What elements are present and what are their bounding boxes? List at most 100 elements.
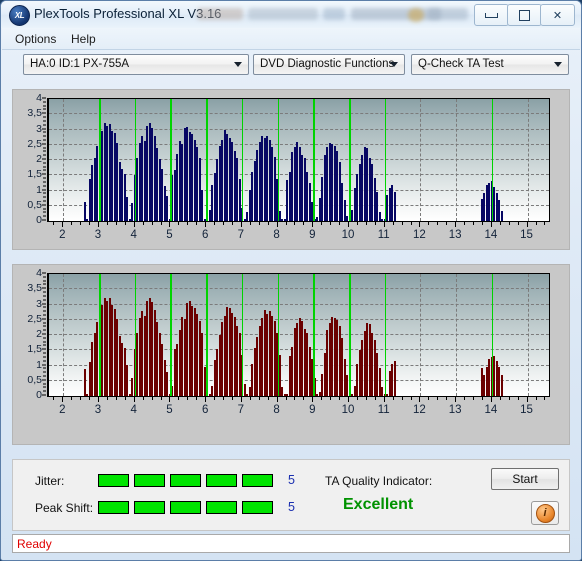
marker-line xyxy=(491,99,494,221)
close-button[interactable]: ✕ xyxy=(540,4,575,26)
y-tick-minor xyxy=(43,276,46,278)
x-tick-minor xyxy=(80,222,82,225)
y-tick-minor xyxy=(43,322,46,324)
chevron-down-icon[interactable] xyxy=(230,57,246,72)
y-tick-minor xyxy=(43,196,46,198)
x-tick-label: 4 xyxy=(130,229,137,241)
x-tick-minor xyxy=(303,222,305,225)
x-tick-minor xyxy=(446,222,448,225)
marker-line xyxy=(99,99,101,221)
x-tick-minor xyxy=(481,397,483,400)
marker-line xyxy=(99,274,101,396)
x-tick-label: 12 xyxy=(413,404,426,416)
ta-quality-indicator-value: Excellent xyxy=(343,496,414,513)
y-tick-minor xyxy=(43,124,46,126)
plot-area-bottom[interactable] xyxy=(48,273,550,397)
ghost-artifact xyxy=(428,8,468,20)
x-tick xyxy=(98,222,99,227)
x-tick-label: 2 xyxy=(59,404,66,416)
y-tick-minor xyxy=(43,97,46,99)
x-tick-minor xyxy=(231,222,233,225)
x-tick-label: 12 xyxy=(413,229,426,241)
test-selector-value: Q-Check TA Test xyxy=(418,58,504,70)
x-tick-minor xyxy=(365,222,367,225)
x-tick-minor xyxy=(517,397,519,400)
x-tick-minor xyxy=(80,397,82,400)
x-tick-minor xyxy=(294,222,296,225)
meter-segment xyxy=(98,474,129,487)
y-tick-label: 0,5 xyxy=(27,373,42,386)
x-tick-minor xyxy=(330,222,332,225)
x-tick-minor xyxy=(339,222,341,225)
x-tick-minor xyxy=(321,397,323,400)
meter-segment xyxy=(206,501,237,514)
marker-line xyxy=(313,274,315,396)
chart-bar xyxy=(126,196,129,221)
x-tick-label: 5 xyxy=(166,404,173,416)
y-tick-minor xyxy=(43,162,46,164)
menu-item-options[interactable]: Options xyxy=(10,31,61,47)
x-tick-minor xyxy=(71,222,73,225)
y-tick-minor xyxy=(43,208,46,210)
meter-segment xyxy=(242,501,273,514)
x-tick-minor xyxy=(294,397,296,400)
plot-area-top[interactable] xyxy=(48,98,550,222)
app-icon: XL xyxy=(9,5,30,26)
x-tick xyxy=(169,397,171,402)
x-tick-minor xyxy=(258,397,260,400)
x-tick xyxy=(276,397,278,402)
x-tick-minor xyxy=(223,222,224,225)
marker-line xyxy=(170,274,172,396)
x-tick xyxy=(240,222,242,227)
y-tick-minor xyxy=(43,329,46,331)
status-bar: Ready xyxy=(12,534,570,553)
menu-item-help[interactable]: Help xyxy=(66,31,101,47)
plextools-window: XL PlexTools Professional XL V3.16 ✕ Opt… xyxy=(0,0,582,561)
chevron-down-icon[interactable] xyxy=(386,57,402,72)
y-tick-minor xyxy=(43,131,46,133)
x-tick xyxy=(383,397,385,402)
chart-bar xyxy=(126,364,129,396)
x-tick-minor xyxy=(365,397,367,400)
x-tick-label: 6 xyxy=(201,229,209,241)
x-tick-label: 4 xyxy=(130,404,137,416)
test-selector[interactable]: Q-Check TA Test xyxy=(411,54,569,75)
x-tick-minor xyxy=(160,222,162,225)
marker-line xyxy=(277,274,280,396)
info-button[interactable]: i xyxy=(531,501,559,525)
y-tick-minor xyxy=(43,337,46,339)
y-tick-minor xyxy=(43,169,46,171)
x-tick xyxy=(276,222,278,227)
x-tick-minor xyxy=(160,397,162,400)
marker-line xyxy=(349,99,351,221)
ghost-artifact xyxy=(408,8,424,22)
function-selector[interactable]: DVD Diagnostic Functions xyxy=(253,54,405,75)
maximize-button[interactable] xyxy=(507,4,542,26)
minimize-button[interactable] xyxy=(474,4,509,26)
y-tick-label: 1,5 xyxy=(27,343,42,356)
marker-line xyxy=(277,99,280,221)
x-tick-minor xyxy=(151,222,153,225)
x-tick-minor xyxy=(142,397,144,400)
y-tick-minor xyxy=(43,185,46,187)
x-tick xyxy=(383,222,385,227)
marker-line xyxy=(134,274,137,396)
chevron-down-icon[interactable] xyxy=(550,57,566,72)
y-tick-minor xyxy=(43,173,46,175)
x-tick-minor xyxy=(124,397,126,400)
start-button[interactable]: Start xyxy=(491,468,559,490)
y-tick-minor xyxy=(43,128,46,129)
x-tick-minor xyxy=(401,397,403,400)
x-tick-minor xyxy=(214,222,216,225)
gridline-horizontal xyxy=(49,113,549,115)
y-tick-label: 2,5 xyxy=(27,312,42,325)
x-tick-minor xyxy=(178,222,180,225)
y-tick-minor xyxy=(43,303,46,304)
drive-selector[interactable]: HA:0 ID:1 PX-755A xyxy=(23,54,249,75)
x-tick-minor xyxy=(267,222,269,225)
x-tick-label: 11 xyxy=(377,404,390,416)
x-tick xyxy=(240,397,242,402)
gridline-horizontal xyxy=(49,288,549,290)
y-tick-minor xyxy=(43,325,46,327)
x-tick-label: 15 xyxy=(520,229,533,241)
